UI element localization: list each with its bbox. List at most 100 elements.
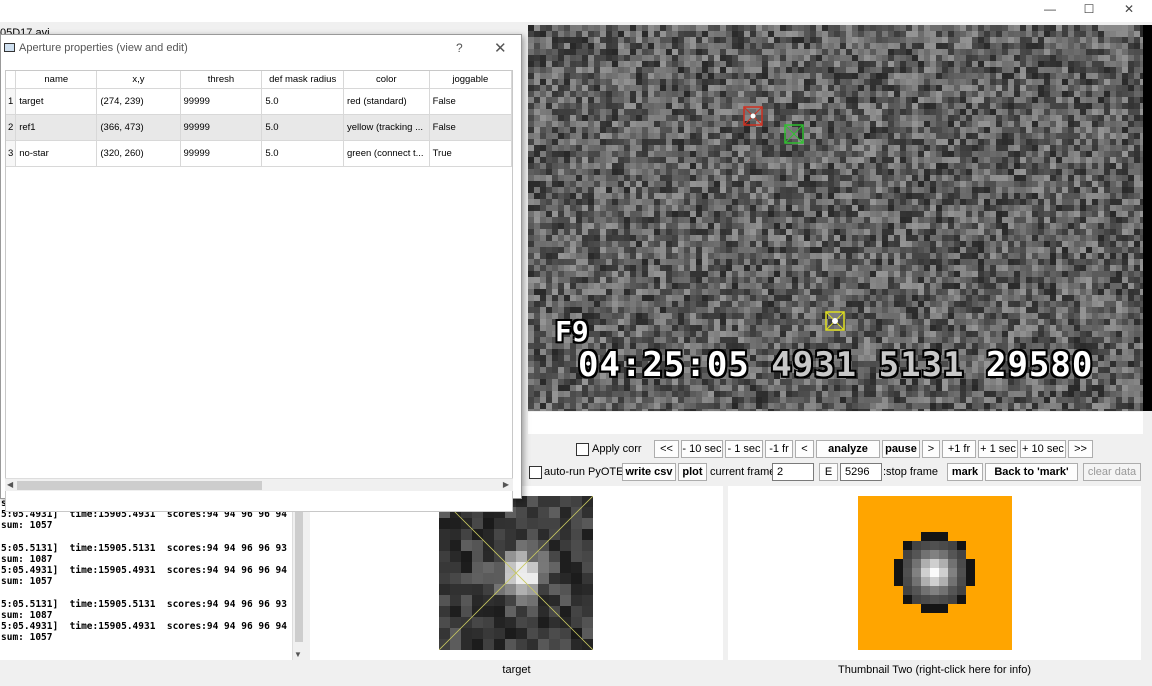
write-csv-button[interactable]: write csv bbox=[622, 463, 676, 481]
current-frame-field[interactable]: 2 bbox=[772, 463, 814, 481]
forward-1-frame-button[interactable]: +1 fr bbox=[942, 440, 976, 458]
scroll-down-icon[interactable]: ▼ bbox=[294, 650, 302, 659]
column-header-joggable[interactable]: joggable bbox=[429, 71, 512, 89]
cell-joggable[interactable]: True bbox=[429, 140, 512, 167]
cell-name[interactable]: no-star bbox=[15, 140, 98, 167]
table-row[interactable]: 1 target (274, 239) 99999 5.0 red (stand… bbox=[6, 88, 512, 115]
log-line: sum: 1057 bbox=[1, 576, 53, 588]
scroll-left-icon[interactable]: ◀ bbox=[7, 480, 13, 489]
thumbnail-two[interactable] bbox=[858, 496, 1012, 650]
log-line: 5:05.4931] time:15905.4931 scores:94 94 … bbox=[1, 621, 287, 633]
cell-color[interactable]: yellow (tracking ... bbox=[343, 114, 430, 141]
video-border bbox=[1143, 25, 1152, 411]
clear-data-button[interactable]: clear data bbox=[1083, 463, 1141, 481]
apply-corr-checkbox[interactable] bbox=[576, 443, 589, 456]
cell-thresh[interactable]: 99999 bbox=[180, 114, 263, 141]
osd-timestamp: 04:25:05 4931 5131 29580 bbox=[578, 345, 1093, 385]
step-back-button[interactable]: < bbox=[795, 440, 814, 458]
row-number-header bbox=[6, 71, 17, 89]
cell-xy[interactable]: (366, 473) bbox=[96, 114, 181, 141]
aperture-table[interactable]: name x,y thresh def mask radius color jo… bbox=[5, 70, 513, 512]
table-horizontal-scrollbar[interactable]: ◀ ▶ bbox=[5, 478, 513, 491]
video-frame[interactable]: F9 04:25:05 4931 5131 29580 bbox=[528, 25, 1143, 411]
thumbnail-one-caption: target bbox=[502, 664, 531, 676]
column-header-radius[interactable]: def mask radius bbox=[261, 71, 344, 89]
log-line: 5:05.5131] time:15905.5131 scores:94 94 … bbox=[1, 598, 287, 610]
cell-joggable[interactable]: False bbox=[429, 88, 512, 115]
osd-count: 29580 bbox=[985, 345, 1094, 385]
back-1-frame-button[interactable]: -1 fr bbox=[765, 440, 793, 458]
back-to-mark-button[interactable]: Back to 'mark' bbox=[985, 463, 1078, 481]
auto-run-pyote-label: auto-run PyOTE bbox=[544, 466, 624, 478]
aperture-no-star[interactable] bbox=[784, 124, 804, 144]
forward-1-sec-button[interactable]: + 1 sec bbox=[978, 440, 1018, 458]
osd-fields: 4931 5131 bbox=[771, 345, 965, 385]
log-line: sum: 1057 bbox=[1, 520, 53, 532]
back-1-sec-button[interactable]: - 1 sec bbox=[725, 440, 763, 458]
thumbnail-two-caption[interactable]: Thumbnail Two (right-click here for info… bbox=[728, 664, 1141, 676]
row-number[interactable]: 3 bbox=[6, 140, 17, 167]
analyze-button[interactable]: analyze bbox=[816, 440, 880, 458]
log-output[interactable]: sum: 10875:05.4931] time:15905.4931 scor… bbox=[0, 498, 292, 660]
table-row[interactable]: 2 ref1 (366, 473) 99999 5.0 yellow (trac… bbox=[6, 114, 512, 141]
column-header-thresh[interactable]: thresh bbox=[180, 71, 263, 89]
log-line: sum: 1057 bbox=[1, 632, 53, 644]
table-row[interactable]: 3 no-star (320, 260) 99999 5.0 green (co… bbox=[6, 140, 512, 167]
cell-joggable[interactable]: False bbox=[429, 114, 512, 141]
cell-color[interactable]: red (standard) bbox=[343, 88, 430, 115]
row-number[interactable]: 2 bbox=[6, 114, 17, 141]
aperture-properties-dialog: Aperture properties (view and edit) ? ✕ … bbox=[0, 34, 522, 512]
current-frame-label: current frame: bbox=[710, 466, 779, 478]
column-header-color[interactable]: color bbox=[343, 71, 430, 89]
apply-corr-label: Apply corr bbox=[592, 443, 642, 455]
column-header-xy[interactable]: x,y bbox=[96, 71, 181, 89]
plot-button[interactable]: plot bbox=[678, 463, 707, 481]
auto-run-pyote-checkbox[interactable] bbox=[529, 466, 542, 479]
e-button[interactable]: E bbox=[819, 463, 838, 481]
cell-radius[interactable]: 5.0 bbox=[261, 88, 344, 115]
cell-thresh[interactable]: 99999 bbox=[180, 140, 263, 167]
log-line: sum: 1087 bbox=[1, 610, 53, 622]
close-icon[interactable]: ✕ bbox=[1114, 0, 1144, 18]
log-line: 5:05.4931] time:15905.4931 scores:94 94 … bbox=[1, 565, 287, 577]
mark-button[interactable]: mark bbox=[947, 463, 983, 481]
main-title-bar: — ☐ ✕ bbox=[0, 0, 1152, 22]
log-scroll-thumb[interactable] bbox=[295, 502, 303, 642]
step-forward-button[interactable]: > bbox=[922, 440, 940, 458]
row-number[interactable]: 1 bbox=[6, 88, 17, 115]
cell-name[interactable]: target bbox=[15, 88, 98, 115]
stop-frame-field[interactable]: 5296 bbox=[840, 463, 882, 481]
pause-button[interactable]: pause bbox=[882, 440, 920, 458]
aperture-ref1[interactable] bbox=[825, 311, 845, 331]
minimize-icon[interactable]: — bbox=[1035, 0, 1065, 18]
thumbnail-one-image bbox=[439, 496, 593, 650]
osd-time: 04:25:05 bbox=[578, 345, 750, 385]
maximize-icon[interactable]: ☐ bbox=[1074, 0, 1104, 18]
thumbnail-two-image bbox=[894, 532, 975, 613]
cell-color[interactable]: green (connect t... bbox=[343, 140, 430, 167]
scroll-right-icon[interactable]: ▶ bbox=[503, 480, 509, 489]
column-header-name[interactable]: name bbox=[15, 71, 98, 89]
log-line: 5:05.5131] time:15905.5131 scores:94 94 … bbox=[1, 542, 287, 554]
cell-radius[interactable]: 5.0 bbox=[261, 114, 344, 141]
thumbnail-one[interactable] bbox=[439, 496, 593, 650]
log-line: sum: 1087 bbox=[1, 554, 53, 566]
dialog-title: Aperture properties (view and edit) bbox=[19, 42, 188, 54]
aperture-target[interactable] bbox=[743, 106, 763, 126]
forward-10-sec-button[interactable]: + 10 sec bbox=[1020, 440, 1066, 458]
dialog-close-icon[interactable]: ✕ bbox=[494, 39, 507, 57]
cell-thresh[interactable]: 99999 bbox=[180, 88, 263, 115]
log-scrollbar[interactable]: ▼ bbox=[292, 498, 305, 660]
rewind-all-button[interactable]: << bbox=[654, 440, 679, 458]
cell-xy[interactable]: (320, 260) bbox=[96, 140, 181, 167]
back-10-sec-button[interactable]: - 10 sec bbox=[681, 440, 723, 458]
cell-radius[interactable]: 5.0 bbox=[261, 140, 344, 167]
forward-all-button[interactable]: >> bbox=[1068, 440, 1093, 458]
cell-xy[interactable]: (274, 239) bbox=[96, 88, 181, 115]
cell-name[interactable]: ref1 bbox=[15, 114, 98, 141]
dialog-title-bar: Aperture properties (view and edit) ? ✕ bbox=[1, 35, 521, 62]
table-scroll-thumb[interactable] bbox=[17, 481, 262, 490]
help-icon[interactable]: ? bbox=[456, 41, 463, 55]
